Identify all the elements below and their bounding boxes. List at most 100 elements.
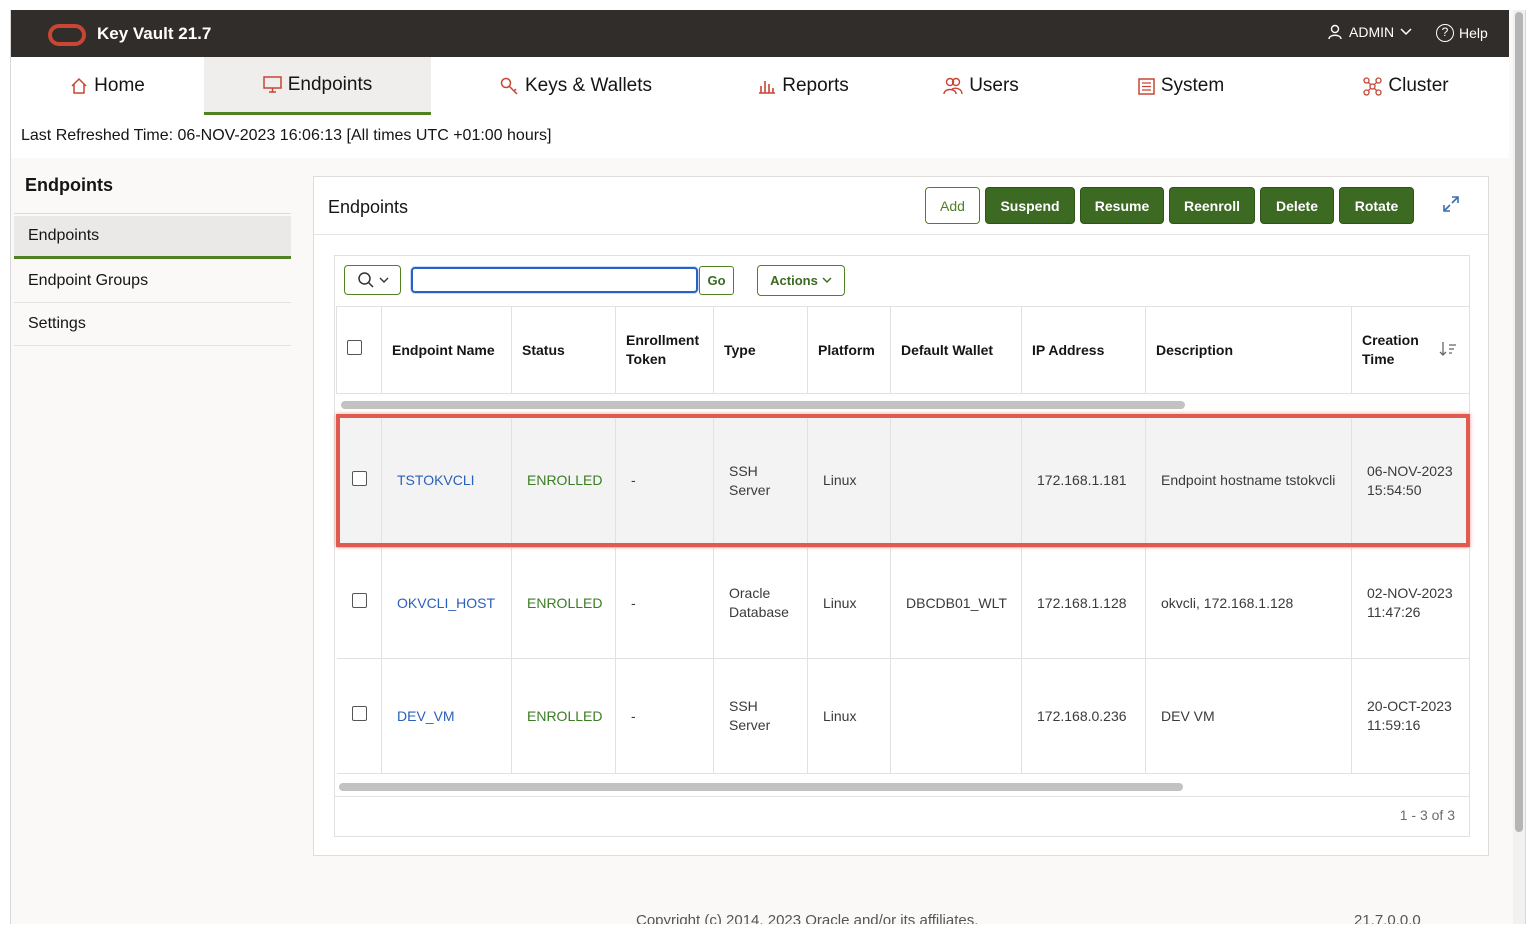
enrollment-token: -	[615, 658, 714, 774]
tab-reports[interactable]: Reports	[721, 57, 886, 115]
endpoints-table: Endpoint Name Status Enrollment Token Ty…	[336, 306, 1470, 774]
endpoint-type: SSH Server	[713, 658, 808, 774]
column-header-platform[interactable]: Platform	[807, 306, 891, 394]
help-label: Help	[1459, 25, 1488, 41]
status-text: ENROLLED	[527, 594, 603, 611]
system-icon	[1138, 77, 1155, 95]
select-all-cell	[336, 306, 382, 394]
user-menu[interactable]: ADMIN	[1327, 24, 1412, 40]
default-wallet	[890, 658, 1022, 774]
column-header-label: Creation Time	[1362, 332, 1419, 367]
endpoint-name-link[interactable]: DEV_VM	[397, 708, 455, 724]
tab-label: Keys & Wallets	[524, 75, 653, 96]
description: Endpoint hostname tstokvcli	[1145, 414, 1352, 548]
tab-endpoints[interactable]: Endpoints	[204, 57, 431, 115]
sidebar-item-label: Endpoints	[28, 227, 100, 244]
search-input[interactable]	[411, 267, 698, 293]
enrollment-token: -	[615, 414, 714, 548]
row-checkbox[interactable]	[351, 593, 367, 608]
column-header-enrollment-token[interactable]: Enrollment Token	[615, 306, 714, 394]
panel-title: Endpoints	[328, 197, 409, 217]
go-button[interactable]: Go	[699, 266, 734, 295]
default-wallet	[890, 414, 1022, 548]
column-header-default-wallet[interactable]: Default Wallet	[890, 306, 1022, 394]
user-name: ADMIN	[1349, 24, 1395, 40]
vertical-scrollbar[interactable]	[1513, 10, 1525, 924]
chevron-down-icon	[1400, 28, 1412, 36]
endpoints-grid: Go Actions Endpoint Name Status Enrollme…	[334, 255, 1470, 837]
user-icon	[1328, 24, 1342, 40]
description: DEV VM	[1145, 658, 1352, 774]
tab-users[interactable]: Users	[886, 57, 1076, 115]
home-icon	[71, 77, 87, 94]
column-header-type[interactable]: Type	[713, 306, 808, 394]
oracle-logo-icon	[48, 24, 86, 46]
row-checkbox[interactable]	[351, 470, 367, 486]
reenroll-button[interactable]: Reenroll	[1169, 187, 1255, 224]
endpoint-platform: Linux	[807, 547, 891, 659]
endpoint-type: SSH Server	[713, 414, 808, 548]
search-column-selector[interactable]	[344, 265, 401, 295]
pagination-info: 1 - 3 of 3	[1399, 807, 1455, 823]
tab-label: System	[1160, 75, 1225, 96]
help-icon: ?	[1436, 24, 1454, 42]
rotate-button[interactable]: Rotate	[1339, 187, 1414, 224]
scrollbar-thumb[interactable]	[1515, 12, 1523, 832]
ip-address: 172.168.0.236	[1021, 658, 1146, 774]
column-header-endpoint-name[interactable]: Endpoint Name	[381, 306, 512, 394]
expand-icon[interactable]	[1442, 195, 1460, 213]
tab-keys-wallets[interactable]: Keys & Wallets	[431, 57, 721, 115]
delete-button[interactable]: Delete	[1260, 187, 1334, 224]
divider	[14, 213, 291, 214]
chevron-down-icon	[379, 277, 388, 283]
column-header-creation-time[interactable]: Creation Time	[1351, 306, 1470, 394]
add-button[interactable]: Add	[925, 187, 980, 224]
row-checkbox[interactable]	[351, 706, 367, 721]
tab-system[interactable]: System	[1076, 57, 1286, 115]
sidebar-item-endpoint-groups[interactable]: Endpoint Groups	[14, 260, 291, 303]
horizontal-scrollbar[interactable]	[339, 783, 1183, 791]
endpoint-platform: Linux	[807, 414, 891, 548]
version-text: 21.7.0.0.0	[1354, 912, 1421, 924]
endpoint-name-link[interactable]: OKVCLI_HOST	[397, 595, 495, 611]
actions-menu-button[interactable]: Actions	[757, 265, 845, 296]
column-header-description[interactable]: Description	[1145, 306, 1352, 394]
creation-time: 02-NOV-2023 11:47:26	[1351, 547, 1470, 659]
app-title: Key Vault 21.7	[97, 24, 212, 43]
tab-home[interactable]: Home	[11, 57, 204, 115]
app-window: Key Vault 21.7 ADMIN ? Help Home Endpoin…	[10, 10, 1526, 924]
monitor-icon	[262, 76, 282, 93]
sidebar-item-endpoints[interactable]: Endpoints	[14, 216, 291, 259]
suspend-button[interactable]: Suspend	[985, 187, 1075, 224]
tab-cluster[interactable]: Cluster	[1311, 57, 1501, 115]
sidebar-title: Endpoints	[25, 175, 113, 195]
column-header-ip-address[interactable]: IP Address	[1021, 306, 1146, 394]
main-nav: Home Endpoints Keys & Wallets Reports Us…	[11, 57, 1509, 115]
tab-label: Reports	[782, 75, 849, 96]
table-row[interactable]: TSTOKVCLI ENROLLED - SSH Server Linux 17…	[336, 414, 1470, 548]
search-icon	[357, 272, 374, 288]
sort-descending-icon[interactable]	[1439, 341, 1457, 357]
table-row[interactable]: DEV_VM ENROLLED - SSH Server Linux 172.1…	[336, 658, 1470, 774]
creation-time: 06-NOV-2023 15:54:50	[1351, 414, 1470, 548]
sidebar-item-label: Endpoint Groups	[28, 272, 149, 289]
horizontal-scrollbar[interactable]	[340, 401, 1185, 409]
table-row[interactable]: OKVCLI_HOST ENROLLED - Oracle Database L…	[336, 547, 1470, 659]
key-icon	[500, 77, 518, 95]
help-link[interactable]: ? Help	[1436, 24, 1488, 42]
table-spacer-row	[337, 394, 1470, 415]
sidebar-item-settings[interactable]: Settings	[14, 303, 291, 346]
select-all-checkbox[interactable]	[347, 340, 362, 355]
ip-address: 172.168.1.128	[1021, 547, 1146, 659]
actions-label: Actions	[770, 273, 818, 288]
table-header-row: Endpoint Name Status Enrollment Token Ty…	[336, 306, 1470, 394]
endpoints-panel: Endpoints Add Suspend Resume Reenroll De…	[313, 176, 1489, 856]
tab-label: Users	[969, 75, 1019, 96]
status-text: ENROLLED	[527, 472, 603, 489]
ip-address: 172.168.1.181	[1021, 414, 1146, 548]
divider	[314, 234, 1488, 235]
endpoint-name-link[interactable]: TSTOKVCLI	[397, 472, 475, 488]
sidebar-item-label: Settings	[28, 315, 86, 332]
resume-button[interactable]: Resume	[1080, 187, 1164, 224]
column-header-status[interactable]: Status	[511, 306, 616, 394]
